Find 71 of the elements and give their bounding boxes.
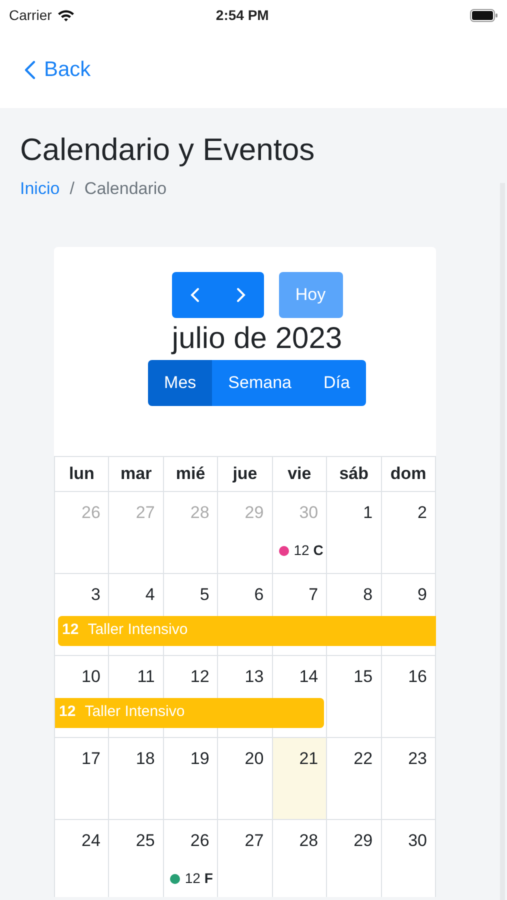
breadcrumb-current: Calendario	[84, 178, 167, 200]
wifi-icon	[56, 8, 75, 22]
day-number: 23	[408, 748, 427, 770]
calendar-title: julio de 2023	[170, 320, 344, 356]
day-cell[interactable]: 2	[382, 492, 436, 574]
day-number: 19	[190, 748, 210, 770]
day-cell[interactable]: 21	[272, 738, 328, 820]
day-number: 26	[82, 502, 100, 524]
view-tab[interactable]: Día	[307, 360, 366, 406]
day-number: 29	[354, 830, 373, 852]
day-cell[interactable]: 22	[327, 738, 382, 820]
day-number: 21	[299, 748, 318, 770]
day-number: 24	[82, 830, 100, 852]
day-number: 6	[254, 584, 264, 606]
day-cell[interactable]: 15	[327, 656, 382, 738]
day-cell[interactable]: 28	[272, 820, 328, 896]
status-time: 2:54 PM	[216, 6, 269, 24]
day-number: 3	[90, 584, 100, 606]
chevron-right-icon	[236, 286, 246, 302]
day-number: 10	[82, 666, 100, 688]
day-number: 7	[308, 584, 318, 606]
day-number: 29	[244, 502, 264, 524]
day-cell[interactable]: 16	[382, 656, 436, 738]
day-cell[interactable]: 30	[382, 820, 436, 896]
day-number: 2	[418, 502, 427, 524]
battery-icon	[470, 8, 498, 22]
day-number: 16	[408, 666, 427, 688]
event-label[interactable]: 12 C	[294, 540, 324, 561]
day-number: 5	[200, 584, 210, 606]
day-cell[interactable]: 19	[164, 738, 218, 820]
day-cell[interactable]: 27	[218, 820, 273, 896]
day-number: 26	[190, 830, 210, 852]
day-number: 27	[136, 502, 155, 524]
chevron-left-icon	[190, 286, 200, 302]
day-number: 30	[408, 830, 427, 852]
day-cell[interactable]: 30 12 C	[272, 492, 328, 574]
breadcrumb-separator: /	[70, 178, 74, 200]
day-cell[interactable]: 24	[55, 820, 110, 896]
day-number: 22	[354, 748, 373, 770]
view-tab[interactable]: Mes	[148, 360, 212, 406]
day-number: 8	[363, 584, 373, 606]
carrier-label: Carrier	[9, 6, 52, 24]
page-title: Calendario y Eventos	[20, 131, 316, 169]
chevron-left-icon	[24, 60, 36, 80]
day-number: 28	[299, 830, 318, 852]
day-cell[interactable]: 26 12 F	[164, 820, 218, 896]
day-number: 27	[244, 830, 264, 852]
day-number: 15	[354, 666, 373, 688]
day-number: 12	[190, 666, 210, 688]
day-number: 17	[82, 748, 100, 770]
view-tab[interactable]: Semana	[212, 360, 308, 406]
back-button[interactable]: Back	[24, 54, 91, 86]
day-number: 13	[244, 666, 264, 688]
day-number: 25	[136, 830, 155, 852]
day-cell[interactable]: 25	[109, 820, 164, 896]
day-cell[interactable]: 23	[382, 738, 436, 820]
day-number: 4	[145, 584, 155, 606]
day-number: 30	[299, 502, 318, 524]
day-number: 14	[299, 666, 318, 688]
event-label[interactable]: 12 F	[184, 868, 213, 889]
day-number: 18	[136, 748, 155, 770]
day-number: 1	[363, 502, 373, 524]
day-number: 11	[137, 666, 155, 688]
day-cell[interactable]: 17	[55, 738, 110, 820]
day-number: 9	[418, 584, 427, 606]
day-cell[interactable]: 18	[109, 738, 164, 820]
day-cell[interactable]: 1	[327, 492, 382, 574]
day-number: 20	[244, 748, 264, 770]
day-cell[interactable]: 20	[218, 738, 273, 820]
day-cell[interactable]: 29	[327, 820, 382, 896]
day-number: 28	[190, 502, 210, 524]
